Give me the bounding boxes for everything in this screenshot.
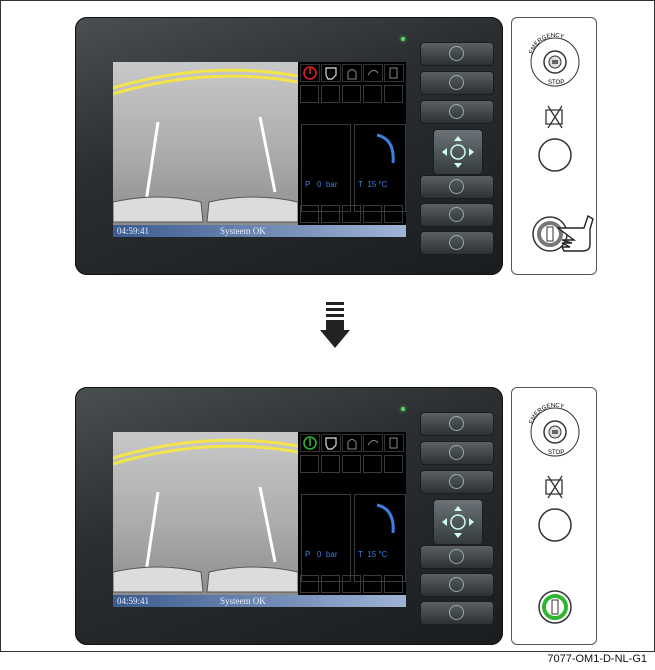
horn-off-icon xyxy=(545,475,563,499)
status-bar: 04:59:41 Systeem OK xyxy=(113,225,406,237)
stop-label: STOP xyxy=(548,450,564,456)
power-icon[interactable] xyxy=(300,434,320,452)
softkey-4[interactable] xyxy=(420,545,494,569)
softkey-5[interactable] xyxy=(420,203,494,227)
camera-view-graphic xyxy=(113,438,299,593)
temperature-gauge: T 15 °C xyxy=(354,124,406,212)
softkey-6[interactable] xyxy=(420,231,494,255)
bottom-cell-row xyxy=(300,575,403,593)
temperature-gauge: T 15 °C xyxy=(354,494,406,582)
status-bar: 04:59:41 Systeem OK xyxy=(113,595,406,607)
horn-button xyxy=(538,508,572,542)
softkey-4[interactable] xyxy=(420,175,494,199)
fuel-icon[interactable] xyxy=(384,434,404,452)
status-cell xyxy=(321,205,340,223)
status-cell xyxy=(363,205,382,223)
system-status: Systeem OK xyxy=(220,226,266,236)
status-cell xyxy=(321,575,340,593)
status-cell xyxy=(342,205,361,223)
navigation-arrows-icon xyxy=(442,506,474,538)
camera-view xyxy=(113,432,299,597)
lights-icon[interactable] xyxy=(363,434,383,452)
temperature-arc xyxy=(376,133,395,164)
stop-label: STOP xyxy=(548,80,564,86)
camera-view xyxy=(113,62,299,227)
display-screen: P 0 bar T 15 °C 04:59:41 Systeem OK xyxy=(113,432,406,607)
status-cell xyxy=(300,455,319,473)
status-cell xyxy=(321,85,340,103)
status-cell xyxy=(342,85,361,103)
camera-view-graphic xyxy=(113,68,299,223)
navigation-pad[interactable] xyxy=(433,129,483,175)
softkey-3[interactable] xyxy=(420,100,494,124)
softkey-1[interactable] xyxy=(420,42,494,66)
temperature-arc xyxy=(376,503,395,534)
softkey-3[interactable] xyxy=(420,470,494,494)
control-panel-step1: EMERGENCY STOP xyxy=(511,17,597,275)
status-cell xyxy=(384,85,403,103)
softkey-5[interactable] xyxy=(420,573,494,597)
status-cell-row xyxy=(300,85,403,103)
control-panel-step2: EMERGENCY STOP xyxy=(511,387,597,645)
horn-off-icon xyxy=(545,105,563,129)
pressure-gauge: P 0 bar xyxy=(301,494,351,582)
status-cell xyxy=(321,455,340,473)
status-cell xyxy=(300,205,319,223)
bottom-cell-row xyxy=(300,205,403,223)
fuel-icon[interactable] xyxy=(384,64,404,82)
softkey-2[interactable] xyxy=(420,71,494,95)
lights-icon[interactable] xyxy=(363,64,383,82)
status-icon-row xyxy=(300,64,406,82)
camera-operator-icon[interactable] xyxy=(321,434,341,452)
display-panel-step2: P 0 bar T 15 °C 04:59:41 Systeem OK xyxy=(75,387,503,645)
status-cell xyxy=(342,575,361,593)
display-screen: P 0 bar T 15 °C 04:59:41 Systeem OK xyxy=(113,62,406,237)
softkey-6[interactable] xyxy=(420,601,494,625)
system-status: Systeem OK xyxy=(220,596,266,606)
status-cell xyxy=(363,85,382,103)
softkey-2[interactable] xyxy=(420,441,494,465)
horn-button xyxy=(538,138,572,172)
light-alarm-icon[interactable] xyxy=(342,434,362,452)
status-led xyxy=(401,37,405,41)
navigation-pad[interactable] xyxy=(433,499,483,545)
status-cell xyxy=(300,575,319,593)
clock-time: 04:59:41 xyxy=(117,226,150,236)
navigation-arrows-icon xyxy=(442,136,474,168)
status-cell xyxy=(363,455,382,473)
softkey-1[interactable] xyxy=(420,412,494,436)
camera-operator-icon[interactable] xyxy=(321,64,341,82)
status-cell xyxy=(363,575,382,593)
status-cell xyxy=(384,455,403,473)
clock-time: 04:59:41 xyxy=(117,596,150,606)
control-panel-graphic: EMERGENCY STOP xyxy=(529,403,580,624)
light-alarm-icon[interactable] xyxy=(342,64,362,82)
display-panel-step1: P 0 bar T 15 °C 04:59:41 Systeem OK xyxy=(75,17,503,275)
status-cell xyxy=(300,85,319,103)
status-cell xyxy=(384,575,403,593)
figure-id: 7077-OM1-D-NL-G1 xyxy=(547,653,647,665)
status-led xyxy=(401,407,405,411)
status-cell xyxy=(384,205,403,223)
status-icon-row xyxy=(300,434,406,452)
softkey-column xyxy=(420,17,503,275)
status-cell xyxy=(342,455,361,473)
power-icon[interactable] xyxy=(300,64,320,82)
pressure-gauge: P 0 bar xyxy=(301,124,351,212)
step-arrow-icon xyxy=(320,302,350,368)
control-panel-graphic: EMERGENCY STOP xyxy=(529,33,594,252)
softkey-column xyxy=(420,387,503,645)
status-cell-row xyxy=(300,455,403,473)
